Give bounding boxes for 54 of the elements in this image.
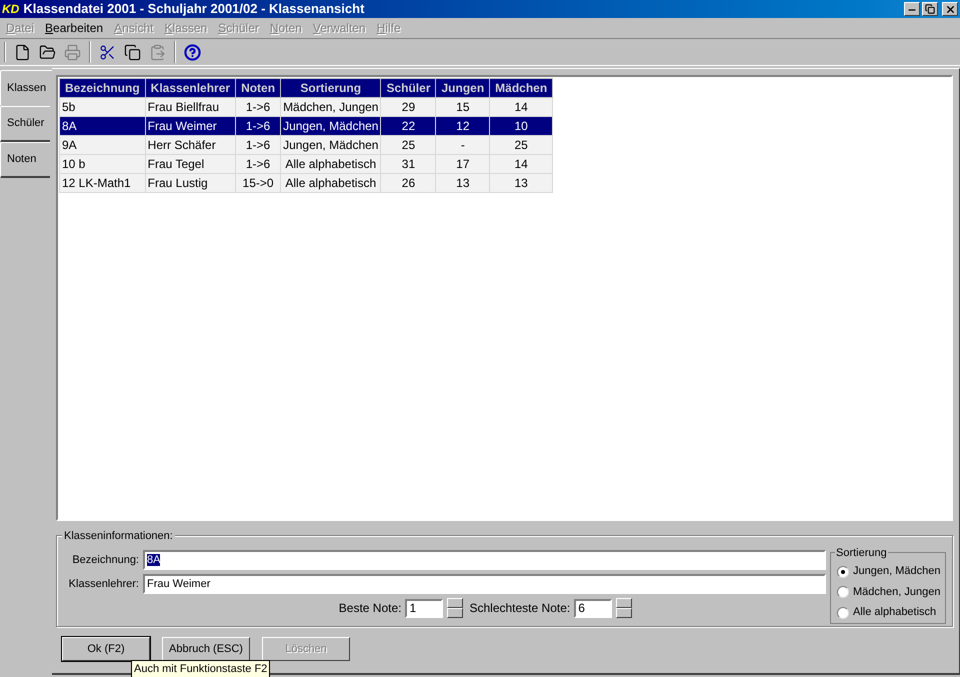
- radio-label: Mädchen, Jungen: [853, 584, 940, 600]
- dialog-button[interactable]: Ok (F2): [62, 637, 150, 661]
- table-cell: 15->0: [236, 174, 281, 192]
- folder-icon[interactable]: [39, 44, 56, 60]
- radio-label: Alle alphabetisch: [853, 605, 936, 620]
- worst-grade-field[interactable]: 6: [574, 598, 612, 618]
- table-cell: 12 LK-Math1: [60, 174, 146, 192]
- best-grade-label: Beste Note:: [338, 600, 402, 617]
- name-field[interactable]: 8A: [143, 550, 826, 570]
- side-tab[interactable]: Noten: [0, 142, 50, 178]
- scissors-icon[interactable]: [99, 44, 116, 60]
- radio-label: Jungen, Mädchen: [853, 564, 940, 580]
- radio-button[interactable]: [837, 606, 849, 618]
- column-header[interactable]: Bezeichnung: [60, 78, 146, 98]
- table-row[interactable]: 12 LK-Math1 Frau Lustig 15->0 Alle alphabetisch 26 13 13: [60, 174, 553, 192]
- help-icon[interactable]: [184, 44, 201, 60]
- radio-button[interactable]: [837, 586, 849, 598]
- column-header[interactable]: Schüler: [380, 78, 436, 98]
- table-row[interactable]: 10 b Frau Tegel 1->6 Alle alphabetisch 31 17 14: [60, 154, 553, 174]
- column-header[interactable]: Jungen: [436, 78, 490, 98]
- table-cell: 13: [436, 174, 490, 192]
- group-title: Sortierung: [835, 545, 888, 562]
- column-header[interactable]: Mädchen: [490, 78, 553, 98]
- column-header[interactable]: Sortierung: [280, 78, 381, 98]
- table-cell: 13: [490, 174, 553, 192]
- dialog-button[interactable]: Abbruch (ESC): [162, 637, 250, 661]
- table-row[interactable]: 5b Frau Biellfrau 1->6 Mädchen, Jungen 29 15 14: [60, 98, 553, 116]
- table-cell: 26: [380, 174, 436, 192]
- restore-button[interactable]: [922, 2, 938, 16]
- table-cell: Alle alphabetisch: [280, 174, 381, 192]
- radio-button[interactable]: [837, 566, 849, 578]
- worst-grade-label: Schlechteste Note:: [469, 600, 570, 617]
- tooltip: Auch mit Funktionstaste F2: [131, 660, 270, 677]
- table-row[interactable]: 9A Herr Schäfer 1->6 Jungen, Mädchen 25 - 25: [60, 136, 553, 154]
- new-file-icon[interactable]: [14, 44, 31, 60]
- selected-text: 8A: [147, 554, 160, 566]
- spin-buttons[interactable]: [616, 598, 632, 618]
- field-label: Bezeichnung:: [71, 552, 139, 568]
- close-button[interactable]: [942, 2, 958, 16]
- menu-item[interactable]: Bearbeiten: [45, 19, 104, 37]
- side-tab[interactable]: Schüler: [0, 106, 50, 142]
- best-grade-field[interactable]: 1: [405, 598, 444, 618]
- side-tab[interactable]: Klassen: [0, 70, 52, 106]
- window-title: Klassendatei 2001 - Schuljahr 2001/02 - Klassenansicht: [23, 0, 366, 18]
- copy-icon[interactable]: [124, 44, 141, 60]
- spin-buttons[interactable]: [447, 598, 464, 618]
- table-cell: Frau Lustig: [145, 174, 236, 192]
- teacher-field[interactable]: Frau Weimer: [143, 574, 826, 594]
- column-header[interactable]: Klassenlehrer: [145, 78, 236, 98]
- column-header[interactable]: Noten: [236, 78, 281, 98]
- minimize-button[interactable]: [904, 2, 920, 16]
- table-row[interactable]: 8A Frau Weimer 1->6 Jungen, Mädchen 22 12 10: [60, 116, 553, 136]
- app-logo: KD: [2, 3, 20, 15]
- field-label: Klassenlehrer:: [68, 576, 139, 592]
